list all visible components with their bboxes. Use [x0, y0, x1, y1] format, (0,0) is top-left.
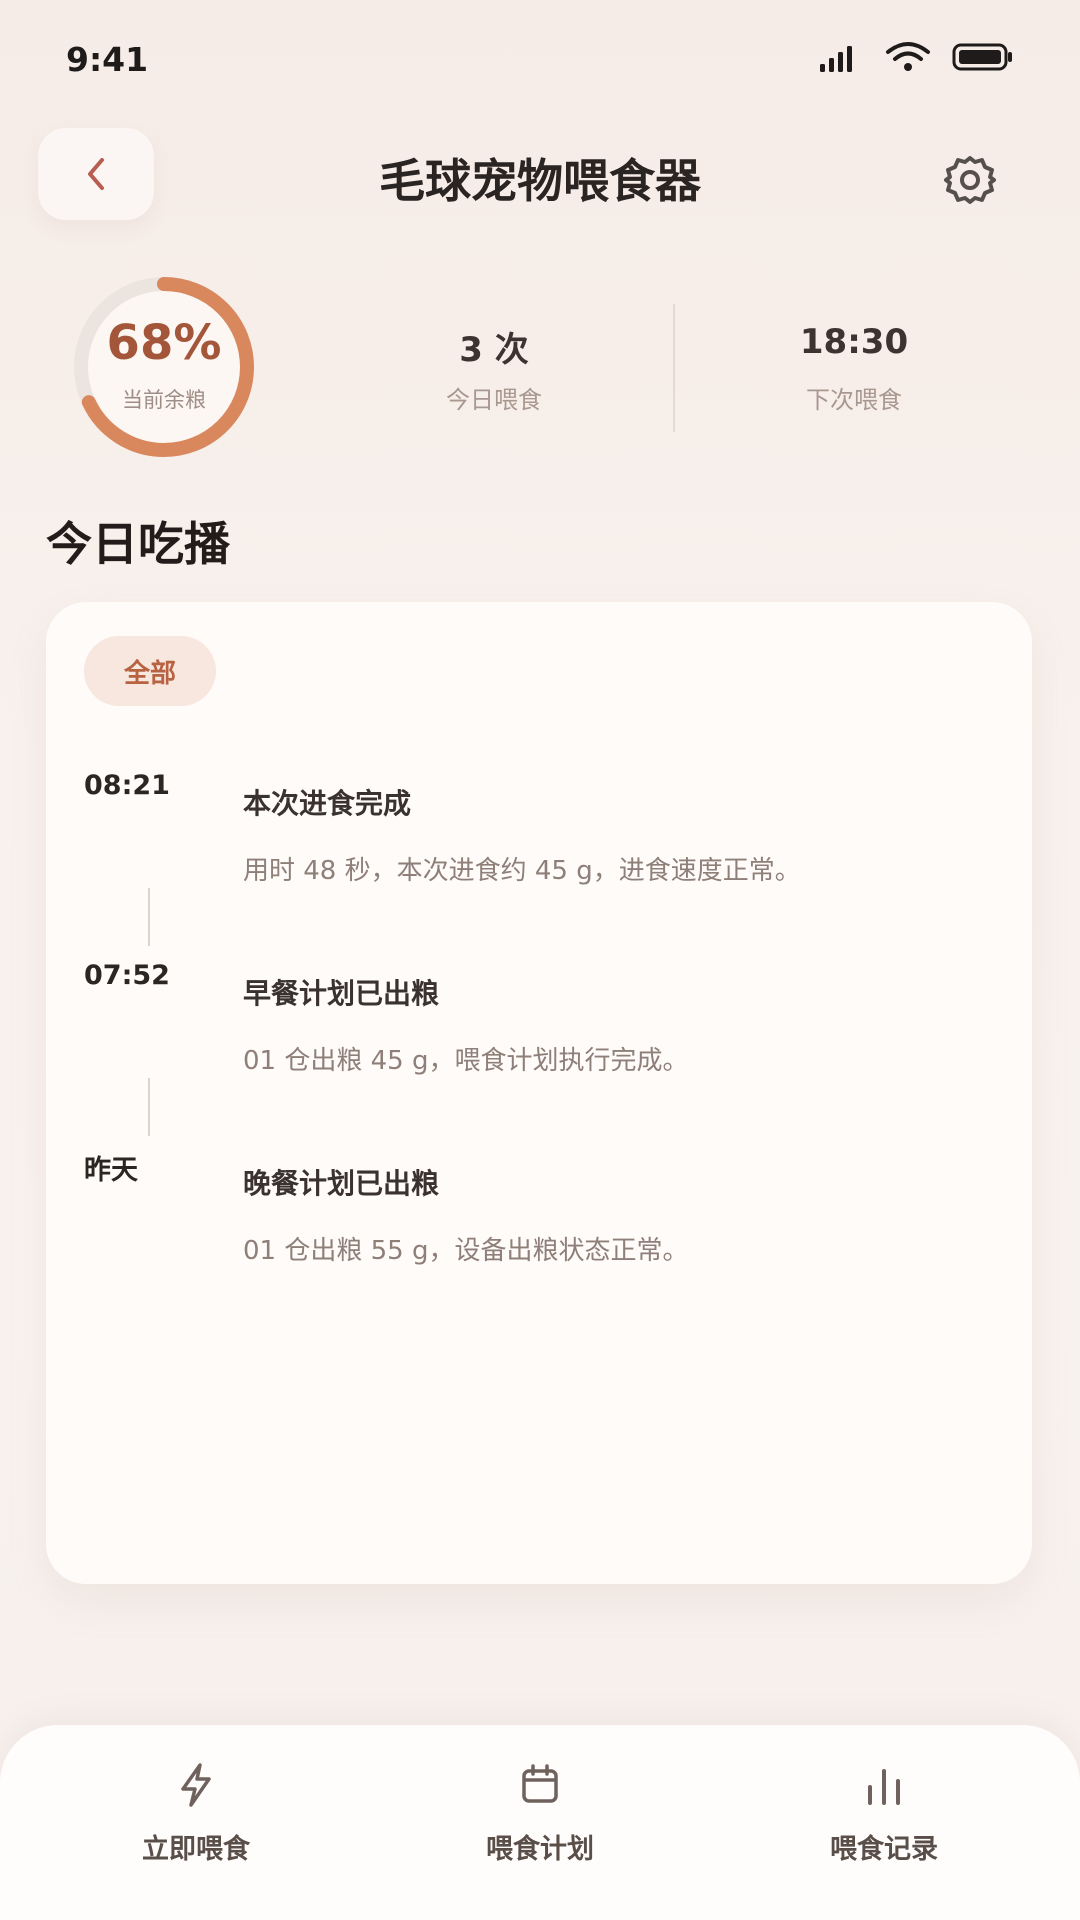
feedings-today-value: 3 次 — [459, 330, 529, 370]
calendar-icon — [522, 1764, 558, 1803]
nav-label: 喂食计划 — [486, 1834, 594, 1865]
nav-label: 立即喂食 — [142, 1834, 250, 1865]
stats-divider — [673, 304, 675, 432]
timeline-title: 早餐计划已出粮 — [243, 977, 440, 1010]
timeline-description: 用时 48 秒，本次进食约 45 g，进食速度正常。 — [243, 856, 801, 886]
feeding-record-button[interactable]: 喂食记录 — [774, 1755, 994, 1880]
status-icons — [820, 42, 1012, 72]
section-title: 今日吃播 — [46, 517, 230, 571]
timeline-card — [46, 602, 1032, 1584]
next-feeding-label: 下次喂食 — [806, 386, 902, 414]
feeding-plan-button[interactable]: 喂食计划 — [430, 1755, 650, 1880]
page-title: 毛球宠物喂食器 — [379, 154, 701, 208]
wifi-icon — [886, 42, 930, 71]
remaining-food-label: 当前余粮 — [122, 388, 206, 412]
feedings-today-label: 今日喂食 — [446, 386, 542, 414]
feed-now-button[interactable]: 立即喂食 — [86, 1755, 306, 1880]
timeline-time: 昨天 — [84, 1155, 138, 1186]
settings-button[interactable] — [940, 150, 1000, 210]
remaining-food-value: 68% — [106, 315, 222, 371]
timeline-connector — [148, 1078, 150, 1136]
gear-icon — [944, 156, 996, 204]
timeline-time: 07:52 — [84, 960, 170, 991]
next-feeding-value: 18:30 — [799, 322, 909, 362]
nav-label: 喂食记录 — [830, 1834, 938, 1865]
timeline-title: 晚餐计划已出粮 — [243, 1167, 440, 1200]
timeline-connector — [148, 888, 150, 946]
battery-icon — [952, 43, 1012, 71]
filter-chip-all[interactable]: 全部 — [84, 636, 216, 706]
lightning-icon — [181, 1763, 211, 1807]
signal-icon — [820, 46, 852, 72]
timeline-title: 本次进食完成 — [243, 787, 412, 820]
bar-chart-icon — [868, 1769, 900, 1805]
timeline-time: 08:21 — [84, 770, 170, 801]
timeline-description: 01 仓出粮 55 g，设备出粮状态正常。 — [243, 1236, 689, 1266]
timeline-description: 01 仓出粮 45 g，喂食计划执行完成。 — [243, 1046, 689, 1076]
status-time: 9:41 — [66, 40, 149, 79]
